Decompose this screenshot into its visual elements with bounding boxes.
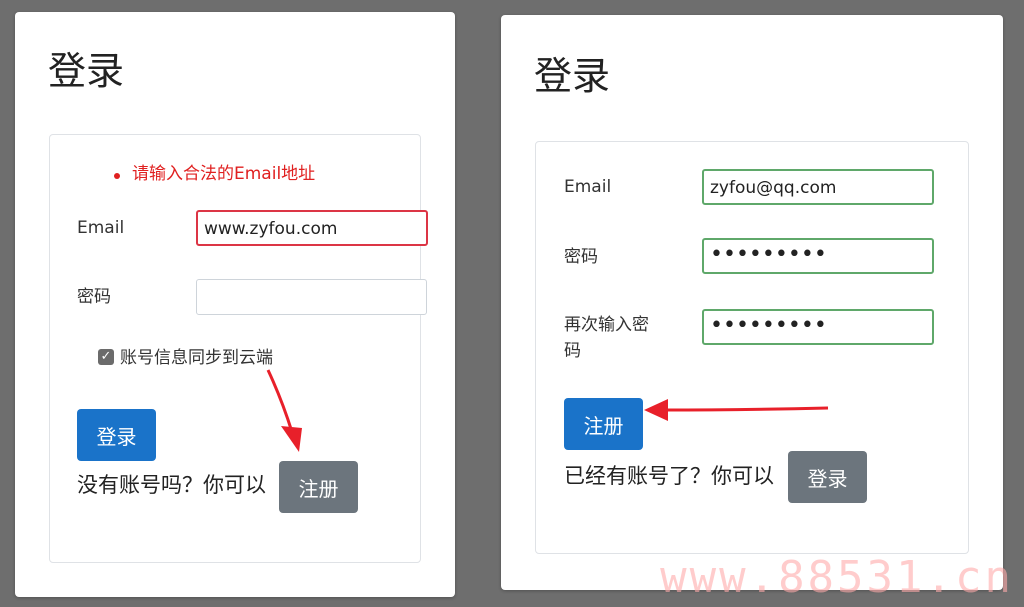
login-panel: 登录 请输入合法的Email地址 Email www.zyfou.com 密码 … xyxy=(15,12,455,597)
email-input[interactable]: www.zyfou.com xyxy=(196,210,428,246)
login-button[interactable]: 登录 xyxy=(77,409,156,461)
login-button[interactable]: 登录 xyxy=(788,451,867,503)
password-label: 密码 xyxy=(564,247,598,267)
register-prompt: 没有账号吗？你可以 xyxy=(77,473,266,497)
email-label: Email xyxy=(564,177,612,197)
page-title: 登录 xyxy=(534,54,611,98)
register-panel: 登录 Email zyfou@qq.com 密码 ••••••••• 再次输入密… xyxy=(501,15,1003,590)
password-input[interactable]: ••••••••• xyxy=(702,238,934,274)
email-label: Email xyxy=(77,218,125,238)
confirm-password-input[interactable]: ••••••••• xyxy=(702,309,934,345)
sync-checkbox[interactable]: ✓ xyxy=(98,349,114,365)
confirm-password-label: 再次输入密码 xyxy=(564,315,649,361)
password-label: 密码 xyxy=(77,287,111,307)
sync-checkbox-label: 账号信息同步到云端 xyxy=(120,348,273,368)
error-bullet-icon xyxy=(114,173,120,179)
login-card: 请输入合法的Email地址 Email www.zyfou.com 密码 ✓ 账… xyxy=(49,134,428,563)
watermark: www.88531.cn xyxy=(660,552,1014,603)
page-title: 登录 xyxy=(48,49,125,93)
register-card: Email zyfou@qq.com 密码 ••••••••• 再次输入密码 •… xyxy=(535,141,969,554)
register-button[interactable]: 注册 xyxy=(279,461,358,513)
login-prompt: 已经有账号了？你可以 xyxy=(564,464,774,488)
error-message: 请输入合法的Email地址 xyxy=(132,164,316,184)
register-button[interactable]: 注册 xyxy=(564,398,643,450)
password-input[interactable] xyxy=(196,279,427,315)
email-input[interactable]: zyfou@qq.com xyxy=(702,169,934,205)
